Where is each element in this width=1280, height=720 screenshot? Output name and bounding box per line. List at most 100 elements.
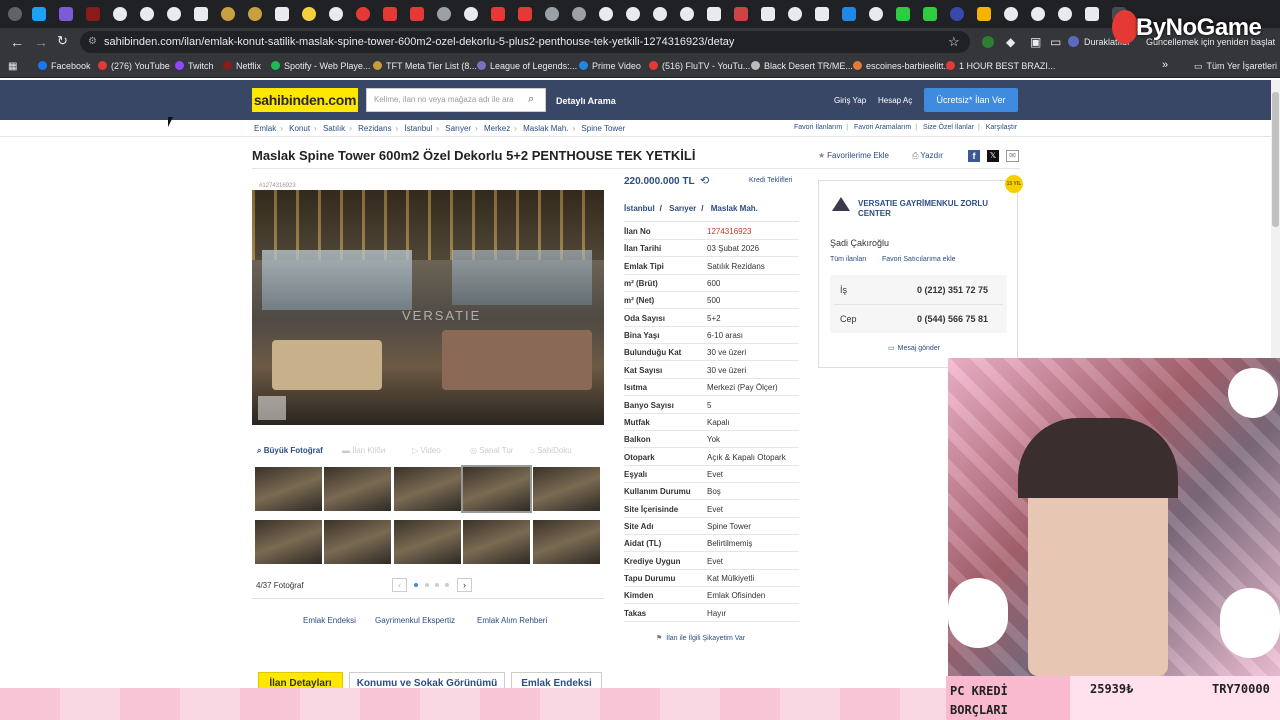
breadcrumb-item[interactable]: Satılık xyxy=(323,124,345,133)
page-dot[interactable] xyxy=(445,583,449,587)
all-bookmarks[interactable]: ▭ Tüm Yer İşaretleri xyxy=(1194,61,1277,72)
tab-youtube-icon[interactable] xyxy=(491,7,505,21)
bookmark-tft[interactable]: TFT Meta Tier List (8... xyxy=(373,61,477,71)
tab-favicon-icon[interactable] xyxy=(140,7,154,21)
tab-favicon-icon[interactable] xyxy=(1031,7,1045,21)
favorite-listings-link[interactable]: Favori İlanlarım xyxy=(794,124,842,131)
price-history-icon[interactable]: ⟲ xyxy=(700,174,709,187)
tab-favicon-icon[interactable] xyxy=(113,7,127,21)
forward-icon[interactable]: → xyxy=(34,35,48,49)
special-listings-link[interactable]: Size Özel İlanlar xyxy=(923,124,974,131)
thumbnail[interactable] xyxy=(394,467,461,511)
office-logo[interactable] xyxy=(830,195,852,217)
ekspertiz-link[interactable]: Gayrimenkul Ekspertiz xyxy=(375,616,455,625)
thumbnail[interactable] xyxy=(394,520,461,564)
location-district[interactable]: Sarıyer xyxy=(669,204,696,213)
prev-page-icon[interactable]: ‹ xyxy=(392,578,407,592)
tab-favicon-icon[interactable] xyxy=(788,7,802,21)
tab-favicon-icon[interactable] xyxy=(437,7,451,21)
bookmark-brazil[interactable]: 1 HOUR BEST BRAZI... xyxy=(946,61,1055,71)
add-favorite-link[interactable]: ★ Favorilerime Ekle xyxy=(818,151,889,160)
extensions-puzzle-icon[interactable]: ▣ xyxy=(1030,35,1041,49)
all-ads-link[interactable]: Tüm ilanları xyxy=(830,256,867,263)
tab-favicon-icon[interactable] xyxy=(815,7,829,21)
thumbnail[interactable] xyxy=(324,520,391,564)
bookmark-twitch[interactable]: Twitch xyxy=(175,61,214,71)
thumbnail[interactable] xyxy=(463,520,530,564)
tab-favicon-icon[interactable] xyxy=(32,7,46,21)
breadcrumb-item[interactable]: Merkez xyxy=(484,124,510,133)
main-photo[interactable]: VERSATIE xyxy=(252,190,604,425)
tab-favicon-icon[interactable] xyxy=(572,7,586,21)
office-name[interactable]: VERSATIE GAYRİMENKUL ZORLU CENTER xyxy=(858,199,1008,219)
tab-favicon-icon[interactable] xyxy=(842,7,856,21)
print-link[interactable]: ⎙ Yazdır xyxy=(912,151,943,161)
tab-favicon-icon[interactable] xyxy=(248,7,262,21)
work-phone-number[interactable]: 0 (212) 351 72 75 xyxy=(917,285,988,295)
favorite-searches-link[interactable]: Favori Aramalarım xyxy=(854,124,911,131)
page-dot[interactable] xyxy=(414,583,418,587)
tab-favicon-icon[interactable] xyxy=(194,7,208,21)
thumbnail[interactable] xyxy=(255,467,322,511)
tab-favicon-icon[interactable] xyxy=(761,7,775,21)
tab-favicon-icon[interactable] xyxy=(626,7,640,21)
page-dot[interactable] xyxy=(435,583,439,587)
bookmark-flutv[interactable]: (516) FluTV - YouTu... xyxy=(649,61,750,71)
mobile-phone-number[interactable]: 0 (544) 566 75 81 xyxy=(917,314,988,324)
site-info-icon[interactable]: ⚙ xyxy=(88,36,97,47)
tab-favicon-icon[interactable] xyxy=(869,7,883,21)
tab-favicon-icon[interactable] xyxy=(86,7,100,21)
breadcrumb-item[interactable]: Maslak Mah. xyxy=(523,124,568,133)
breadcrumb-item[interactable]: Sarıyer xyxy=(445,124,471,133)
bookmark-league[interactable]: League of Legends:... xyxy=(477,61,577,71)
apps-grid-icon[interactable]: ▦ xyxy=(8,61,17,72)
thumbnail[interactable] xyxy=(533,467,600,511)
url-text[interactable]: sahibinden.com/ilan/emlak-konut-satilik-… xyxy=(104,36,734,48)
tab-favicon-icon[interactable] xyxy=(1004,7,1018,21)
report-link[interactable]: ⚑ İlan ile İlgili Şikayetim Var xyxy=(656,634,745,642)
tab-favicon-icon[interactable] xyxy=(653,7,667,21)
tab-youtube-icon[interactable] xyxy=(410,7,424,21)
advanced-search-link[interactable]: Detaylı Arama xyxy=(556,96,616,106)
credit-offers-link[interactable]: Kredi Teklifleri xyxy=(749,177,792,184)
bookmark-star-icon[interactable]: ☆ xyxy=(948,34,960,50)
tab-favicon-icon[interactable] xyxy=(707,7,721,21)
thumbnail[interactable] xyxy=(533,520,600,564)
sidebar-icon[interactable]: ▭ xyxy=(1050,35,1061,49)
favorite-seller-link[interactable]: Favori Satıcılarıma ekle xyxy=(882,256,956,263)
tab-youtube-icon[interactable] xyxy=(383,7,397,21)
breadcrumb-item[interactable]: Konut xyxy=(289,124,310,133)
tab-favicon-icon[interactable] xyxy=(167,7,181,21)
login-link[interactable]: Giriş Yap xyxy=(834,96,866,105)
tab-favicon-icon[interactable] xyxy=(680,7,694,21)
send-message-link[interactable]: ▭ Mesaj gönder xyxy=(888,344,940,352)
location-city[interactable]: İstanbul xyxy=(624,204,655,213)
emlak-endeksi-link[interactable]: Emlak Endeksi xyxy=(303,616,356,625)
tab-favicon-icon[interactable] xyxy=(464,7,478,21)
tab-youtube-icon[interactable] xyxy=(518,7,532,21)
page-dot[interactable] xyxy=(425,583,429,587)
breadcrumb-item[interactable]: Spine Tower xyxy=(581,124,625,133)
bookmark-escoines[interactable]: escoines-barbieelitt... xyxy=(853,61,951,71)
scrollbar-thumb[interactable] xyxy=(1272,92,1279,227)
breadcrumb-item[interactable]: Rezidans xyxy=(358,124,391,133)
location-neighborhood[interactable]: Maslak Mah. xyxy=(711,204,758,213)
reload-icon[interactable]: ↻ xyxy=(57,34,68,48)
tab-favicon-icon[interactable] xyxy=(950,7,964,21)
thumbnail-selected[interactable] xyxy=(461,465,532,513)
tab-favicon-icon[interactable] xyxy=(599,7,613,21)
back-icon[interactable]: ← xyxy=(10,35,24,49)
thumbnail[interactable] xyxy=(255,520,322,564)
breadcrumb-item[interactable]: İstanbul xyxy=(404,124,432,133)
bookmark-youtube[interactable]: (276) YouTube xyxy=(98,61,170,71)
thumbnail[interactable] xyxy=(324,467,391,511)
tab-favicon-icon[interactable] xyxy=(1058,7,1072,21)
tab-favicon-icon[interactable] xyxy=(896,7,910,21)
extension-icon[interactable] xyxy=(982,36,994,48)
extension-diamond-icon[interactable]: ◆ xyxy=(1006,35,1015,49)
bookmark-prime[interactable]: Prime Video xyxy=(579,61,641,71)
tab-favicon-icon[interactable] xyxy=(545,7,559,21)
search-icon[interactable]: ⌕ xyxy=(528,93,534,106)
tab-x-icon[interactable] xyxy=(1085,7,1099,21)
tab-search-icon[interactable] xyxy=(8,7,22,21)
